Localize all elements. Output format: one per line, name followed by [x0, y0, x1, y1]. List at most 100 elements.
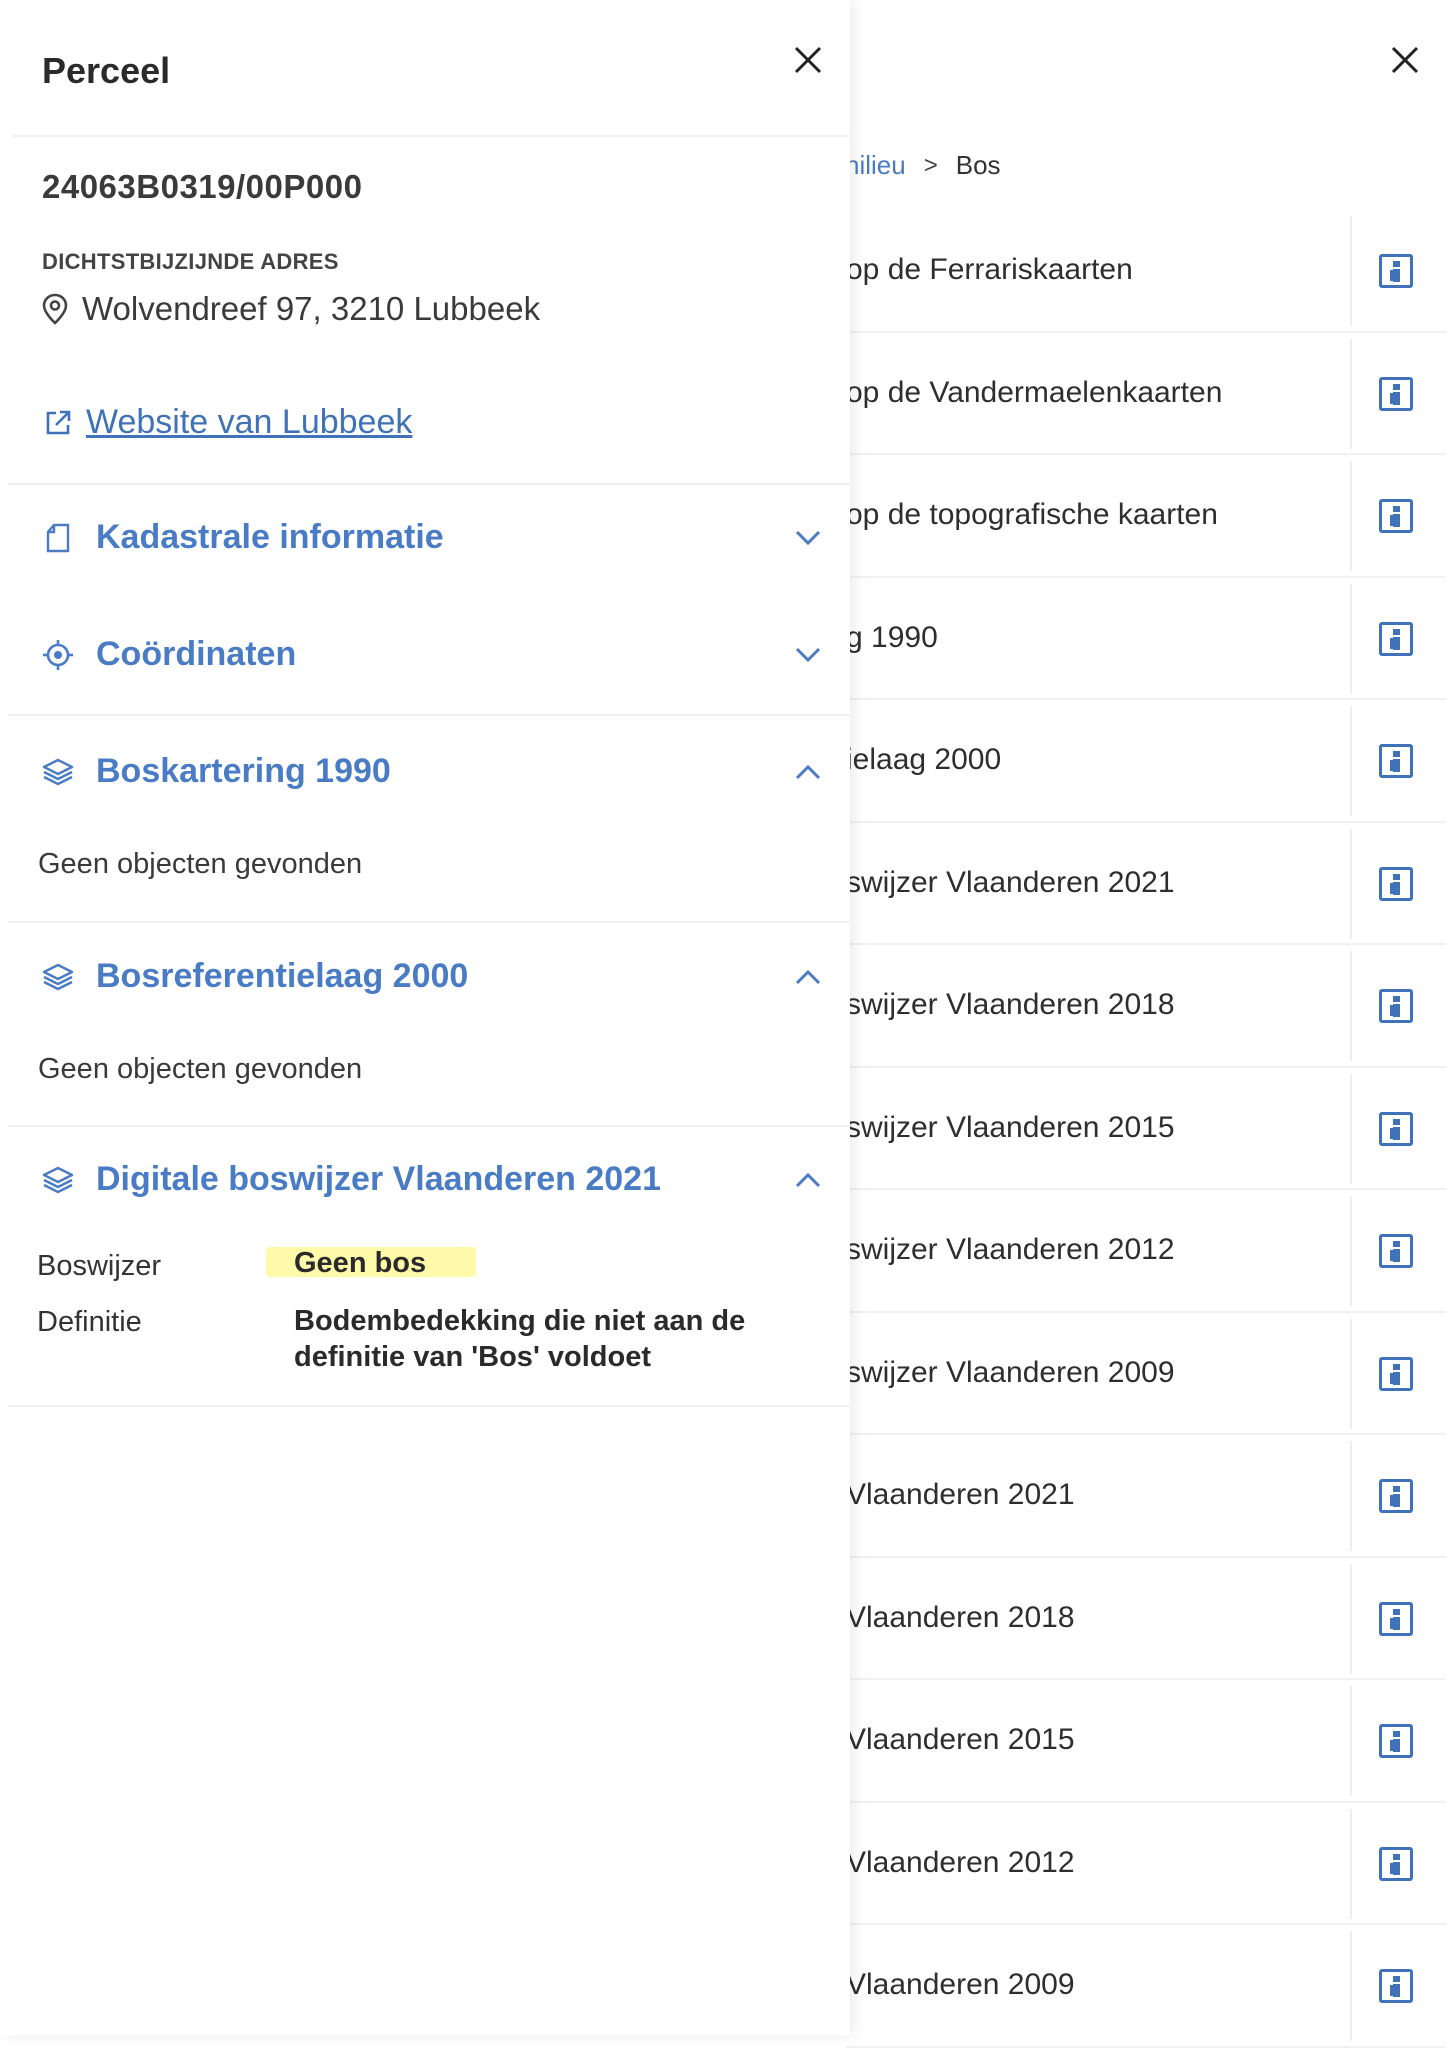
info-button[interactable] [1350, 706, 1440, 816]
property-value-line: Bodembedekking die niet aan de [294, 1305, 746, 1337]
close-icon[interactable] [788, 40, 828, 80]
layer-row[interactable]: swijzer Vlaanderen 2012 [846, 1190, 1446, 1313]
info-button[interactable] [1350, 583, 1440, 694]
layers-icon [38, 962, 78, 992]
layer-label[interactable]: swijzer Vlaanderen 2018 [846, 988, 1175, 1022]
info-icon[interactable] [1379, 1846, 1413, 1881]
chevron-right-icon: > [923, 151, 938, 179]
accordion-coordinaten[interactable]: Coördinaten [38, 635, 828, 674]
layer-row[interactable]: swijzer Vlaanderen 2009 [846, 1313, 1446, 1435]
accordion-title[interactable]: Boskartering 1990 [96, 752, 788, 791]
info-button[interactable] [1350, 1808, 1440, 1919]
parcel-id: 24063B0319/00P000 [42, 168, 363, 205]
info-icon[interactable] [1379, 621, 1413, 656]
layer-label[interactable]: g 1990 [846, 621, 938, 655]
layer-row[interactable]: op de topografische kaarten [846, 455, 1446, 578]
info-button[interactable] [1350, 216, 1440, 326]
info-icon[interactable] [1379, 1601, 1413, 1636]
breadcrumb-parent-link[interactable]: nilieu [845, 150, 906, 181]
accordion-kadastrale-informatie[interactable]: Kadastrale informatie [38, 518, 828, 557]
layer-label[interactable]: Vlaanderen 2015 [846, 1723, 1075, 1757]
document-icon [38, 522, 78, 554]
layer-label[interactable]: Vlaanderen 2012 [846, 1846, 1075, 1880]
accordion-title[interactable]: Coördinaten [96, 635, 788, 674]
address-label: DICHTSTBIJZIJNDE ADRES [42, 249, 339, 274]
info-icon[interactable] [1379, 1969, 1413, 2003]
layer-row[interactable]: Vlaanderen 2012 [846, 1803, 1446, 1925]
chevron-down-icon[interactable] [788, 646, 828, 664]
layer-row[interactable]: ielaag 2000 [846, 700, 1446, 823]
chevron-up-icon[interactable] [788, 1171, 828, 1189]
layer-row[interactable]: op de Vandermaelenkaarten [846, 333, 1446, 455]
info-icon[interactable] [1379, 989, 1413, 1023]
chevron-down-icon[interactable] [788, 529, 828, 547]
layer-row[interactable]: Vlaanderen 2015 [846, 1680, 1446, 1803]
info-button[interactable] [1350, 1318, 1440, 1429]
layer-label[interactable]: swijzer Vlaanderen 2015 [846, 1111, 1175, 1145]
empty-result-text: Geen objecten gevonden [38, 1053, 363, 1085]
info-icon[interactable] [1379, 499, 1413, 533]
chevron-up-icon[interactable] [788, 968, 828, 986]
layer-label[interactable]: Vlaanderen 2018 [846, 1601, 1075, 1635]
layer-label[interactable]: Vlaanderen 2009 [846, 1968, 1075, 2002]
divider [8, 714, 850, 716]
layer-label[interactable]: ielaag 2000 [846, 743, 1001, 777]
website-link[interactable]: Website van Lubbeek [86, 403, 412, 442]
property-value: Bodembedekking die niet aan de definitie… [294, 1303, 745, 1375]
info-button[interactable] [1350, 1931, 1440, 2041]
empty-result-text: Geen objecten gevonden [38, 848, 363, 880]
accordion-boskartering-1990[interactable]: Boskartering 1990 [38, 752, 828, 791]
info-button[interactable] [1350, 1686, 1440, 1796]
close-icon[interactable] [1385, 40, 1425, 80]
info-button[interactable] [1350, 1441, 1440, 1551]
accordion-title[interactable]: Bosreferentielaag 2000 [96, 957, 788, 996]
layer-label[interactable]: op de Vandermaelenkaarten [846, 376, 1222, 410]
info-button[interactable] [1350, 951, 1440, 1061]
info-icon[interactable] [1379, 376, 1413, 411]
website-row[interactable]: Website van Lubbeek [44, 403, 412, 442]
external-link-icon[interactable] [44, 409, 72, 437]
layer-row[interactable]: swijzer Vlaanderen 2018 [846, 945, 1446, 1068]
accordion-title[interactable]: Kadastrale informatie [96, 518, 788, 557]
layer-row[interactable]: Vlaanderen 2021 [846, 1435, 1446, 1558]
info-icon[interactable] [1379, 866, 1413, 901]
layer-label[interactable]: swijzer Vlaanderen 2009 [846, 1356, 1175, 1390]
info-icon[interactable] [1379, 1111, 1413, 1146]
layer-row[interactable]: swijzer Vlaanderen 2015 [846, 1068, 1446, 1190]
layer-row[interactable]: g 1990 [846, 578, 1446, 700]
info-icon[interactable] [1379, 1479, 1413, 1513]
info-icon[interactable] [1379, 744, 1413, 778]
info-icon[interactable] [1379, 1234, 1413, 1268]
divider [8, 1405, 850, 1407]
divider [8, 921, 850, 923]
layer-row[interactable]: op de Ferrariskaarten [846, 210, 1446, 333]
chevron-up-icon[interactable] [788, 763, 828, 781]
layer-label[interactable]: op de topografische kaarten [846, 498, 1218, 532]
accordion-digitale-boswijzer-2021[interactable]: Digitale boswijzer Vlaanderen 2021 [38, 1160, 828, 1199]
perceel-panel: Perceel 24063B0319/00P000 DICHTSTBIJZIJN… [0, 0, 850, 2035]
layers-icon [38, 1165, 78, 1195]
layers-icon [38, 757, 78, 787]
crosshair-icon [38, 639, 78, 671]
info-icon[interactable] [1379, 1724, 1413, 1758]
accordion-bosreferentielaag-2000[interactable]: Bosreferentielaag 2000 [38, 957, 828, 996]
info-button[interactable] [1350, 1563, 1440, 1674]
property-label: Boswijzer [37, 1250, 162, 1282]
info-button[interactable] [1350, 338, 1440, 449]
layer-label[interactable]: swijzer Vlaanderen 2012 [846, 1233, 1175, 1267]
layer-label[interactable]: swijzer Vlaanderen 2021 [846, 866, 1175, 900]
info-icon[interactable] [1379, 1356, 1413, 1391]
info-button[interactable] [1350, 1196, 1440, 1306]
info-button[interactable] [1350, 828, 1440, 939]
divider [12, 135, 850, 137]
info-icon[interactable] [1379, 254, 1413, 288]
info-button[interactable] [1350, 461, 1440, 571]
layer-row[interactable]: Vlaanderen 2018 [846, 1558, 1446, 1680]
layer-label[interactable]: op de Ferrariskaarten [846, 253, 1133, 287]
layer-row[interactable]: swijzer Vlaanderen 2021 [846, 823, 1446, 945]
property-value: Geen bos [294, 1247, 427, 1279]
info-button[interactable] [1350, 1073, 1440, 1184]
layer-row[interactable]: Vlaanderen 2009 [846, 1925, 1446, 2048]
layer-label[interactable]: Vlaanderen 2021 [846, 1478, 1075, 1512]
accordion-title[interactable]: Digitale boswijzer Vlaanderen 2021 [96, 1160, 788, 1199]
